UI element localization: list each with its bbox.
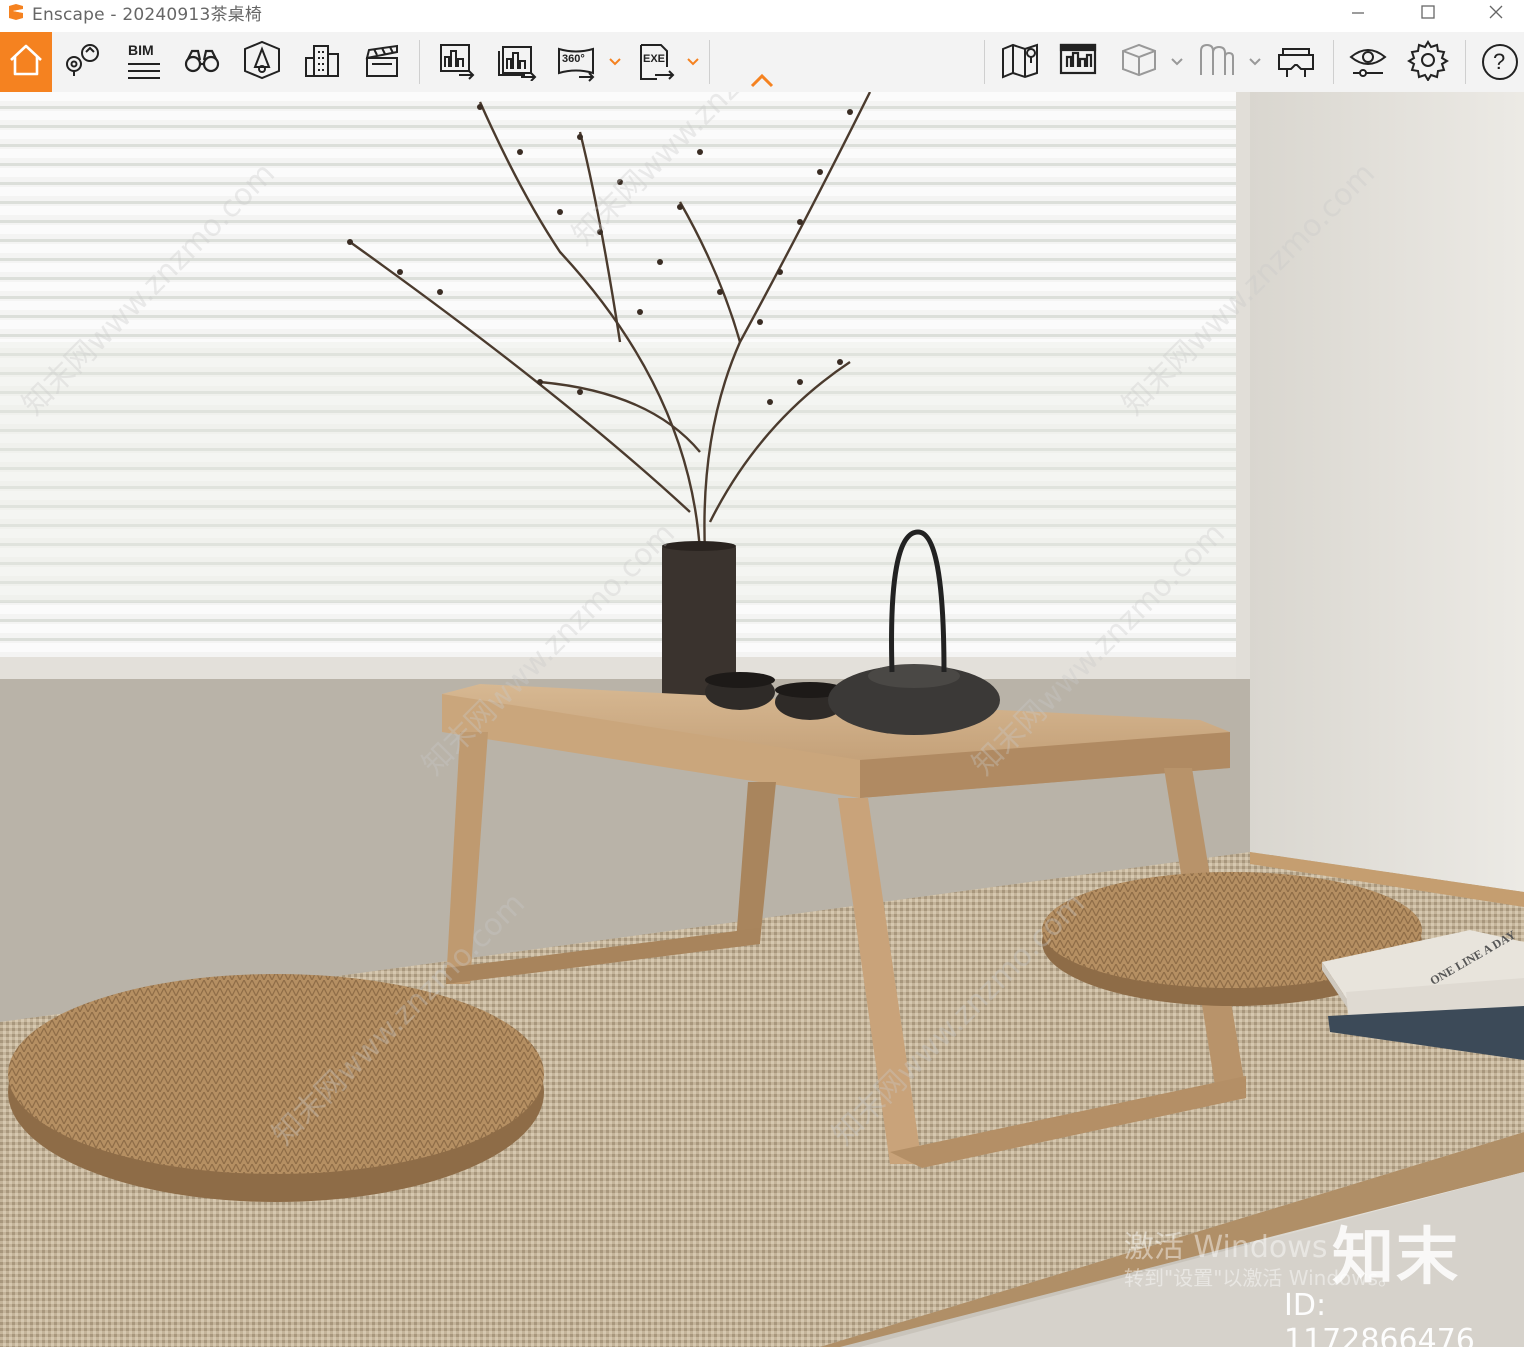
- binoculars-icon: [182, 40, 222, 85]
- atmosphere-button[interactable]: [236, 32, 288, 92]
- visual-settings-button[interactable]: [1342, 32, 1394, 92]
- render-image-icon: [435, 39, 477, 86]
- vr-headset-button[interactable]: [1270, 32, 1322, 92]
- presentation-button[interactable]: [1052, 32, 1104, 92]
- toolbar-separator: [984, 40, 985, 84]
- bim-button[interactable]: BIM: [116, 32, 168, 92]
- collapse-toolbar-chevron-icon[interactable]: [750, 72, 774, 90]
- watermark-id: ID: 1172866476: [1284, 1288, 1475, 1347]
- main-toolbar: BIM 360° EXE ?: [0, 32, 1524, 92]
- cube-icon: [1117, 39, 1159, 86]
- scene-render: ONE LINE A DAY: [0, 92, 1524, 1347]
- batch-render-button[interactable]: [490, 32, 542, 92]
- exe-dropdown-chevron-icon[interactable]: [686, 54, 700, 68]
- help-button[interactable]: ?: [1474, 32, 1524, 92]
- exe-export-icon: EXE: [635, 41, 677, 83]
- batch-render-icon: [495, 39, 537, 86]
- exe-label: EXE: [643, 53, 666, 65]
- clapperboard-icon: [362, 40, 402, 85]
- gear-icon: [1407, 39, 1449, 86]
- video-editor-button[interactable]: [356, 32, 408, 92]
- home-button[interactable]: [0, 32, 52, 92]
- toolbar-separator: [1333, 40, 1334, 84]
- render-viewport[interactable]: ONE LINE A DAY 知末网www.znzmo.com 知末网www.z…: [0, 92, 1524, 1347]
- bim-icon: BIM: [122, 42, 162, 82]
- panorama-360-icon: 360°: [555, 41, 597, 83]
- toolbar-separator: [1465, 40, 1466, 84]
- exe-export-button[interactable]: EXE: [630, 32, 682, 92]
- material-dropdown-chevron-icon[interactable]: [1248, 54, 1262, 68]
- help-label: ?: [1493, 49, 1506, 74]
- map-pin-views-icon: [62, 40, 102, 85]
- presentation-icon: [1057, 39, 1099, 86]
- map-button[interactable]: [994, 32, 1046, 92]
- eye-settings-icon: [1347, 39, 1389, 86]
- window-title: Enscape - 20240913茶桌椅: [32, 4, 263, 25]
- buildings-icon: [302, 40, 342, 85]
- vr-headset-icon: [1275, 39, 1317, 86]
- material-icon: [1195, 39, 1237, 86]
- panorama-label: 360°: [562, 53, 585, 65]
- render-image-button[interactable]: [430, 32, 482, 92]
- title-bar: Enscape - 20240913茶桌椅: [0, 0, 1524, 25]
- material-button[interactable]: [1190, 32, 1242, 92]
- windows-activation-title: 激活 Windows: [1124, 1230, 1328, 1265]
- close-button[interactable]: [1466, 0, 1524, 24]
- atmosphere-icon: [241, 39, 283, 86]
- panorama-dropdown-chevron-icon[interactable]: [608, 54, 622, 68]
- toolbar-separator: [419, 40, 420, 84]
- cube-dropdown-chevron-icon[interactable]: [1170, 54, 1184, 68]
- cube-button[interactable]: [1112, 32, 1164, 92]
- panorama-button[interactable]: 360°: [550, 32, 602, 92]
- binoculars-button[interactable]: [176, 32, 228, 92]
- home-icon: [7, 41, 45, 84]
- enscape-logo-icon: [6, 2, 26, 22]
- maximize-button[interactable]: [1398, 0, 1458, 24]
- views-button[interactable]: [56, 32, 108, 92]
- assets-button[interactable]: [296, 32, 348, 92]
- map-icon: [999, 39, 1041, 86]
- brand-watermark: 知末: [1332, 1220, 1461, 1293]
- toolbar-separator: [709, 40, 710, 84]
- help-icon: ?: [1480, 42, 1520, 82]
- settings-button[interactable]: [1402, 32, 1454, 92]
- minimize-button[interactable]: [1328, 0, 1388, 24]
